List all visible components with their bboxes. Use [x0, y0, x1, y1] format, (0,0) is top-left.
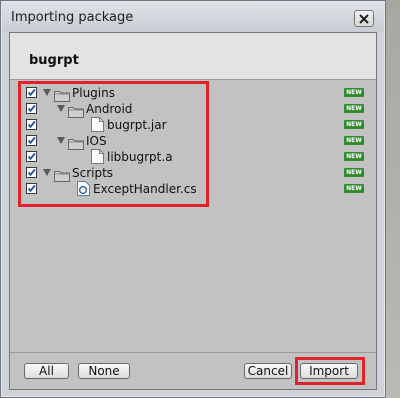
new-badge: NEW: [344, 184, 364, 193]
package-header: bugrpt: [10, 33, 376, 80]
highlight-import: [295, 357, 365, 385]
package-name: bugrpt: [29, 53, 79, 68]
window-title: Importing package: [11, 10, 134, 25]
cancel-button[interactable]: Cancel: [244, 363, 292, 379]
desktop-background: [386, 0, 400, 398]
title-bar[interactable]: Importing package: [2, 2, 384, 32]
new-badge: NEW: [344, 136, 364, 145]
select-all-button[interactable]: All: [24, 363, 69, 379]
new-badge: NEW: [344, 120, 364, 129]
close-button[interactable]: [354, 10, 374, 27]
close-icon: [359, 13, 369, 24]
new-badge: NEW: [344, 88, 364, 97]
new-badge: NEW: [344, 152, 364, 161]
new-badge: NEW: [344, 104, 364, 113]
select-none-button[interactable]: None: [78, 363, 130, 379]
dialog-footer: All None Cancel Import: [10, 352, 376, 389]
new-badge: NEW: [344, 168, 364, 177]
dialog-content: bugrpt Plugins NEW Android NEW bugrpt.jar NEW…: [9, 32, 377, 390]
highlight-tree: [18, 81, 209, 207]
import-package-dialog: Importing package bugrpt Plugins NEW Andro…: [0, 0, 386, 398]
